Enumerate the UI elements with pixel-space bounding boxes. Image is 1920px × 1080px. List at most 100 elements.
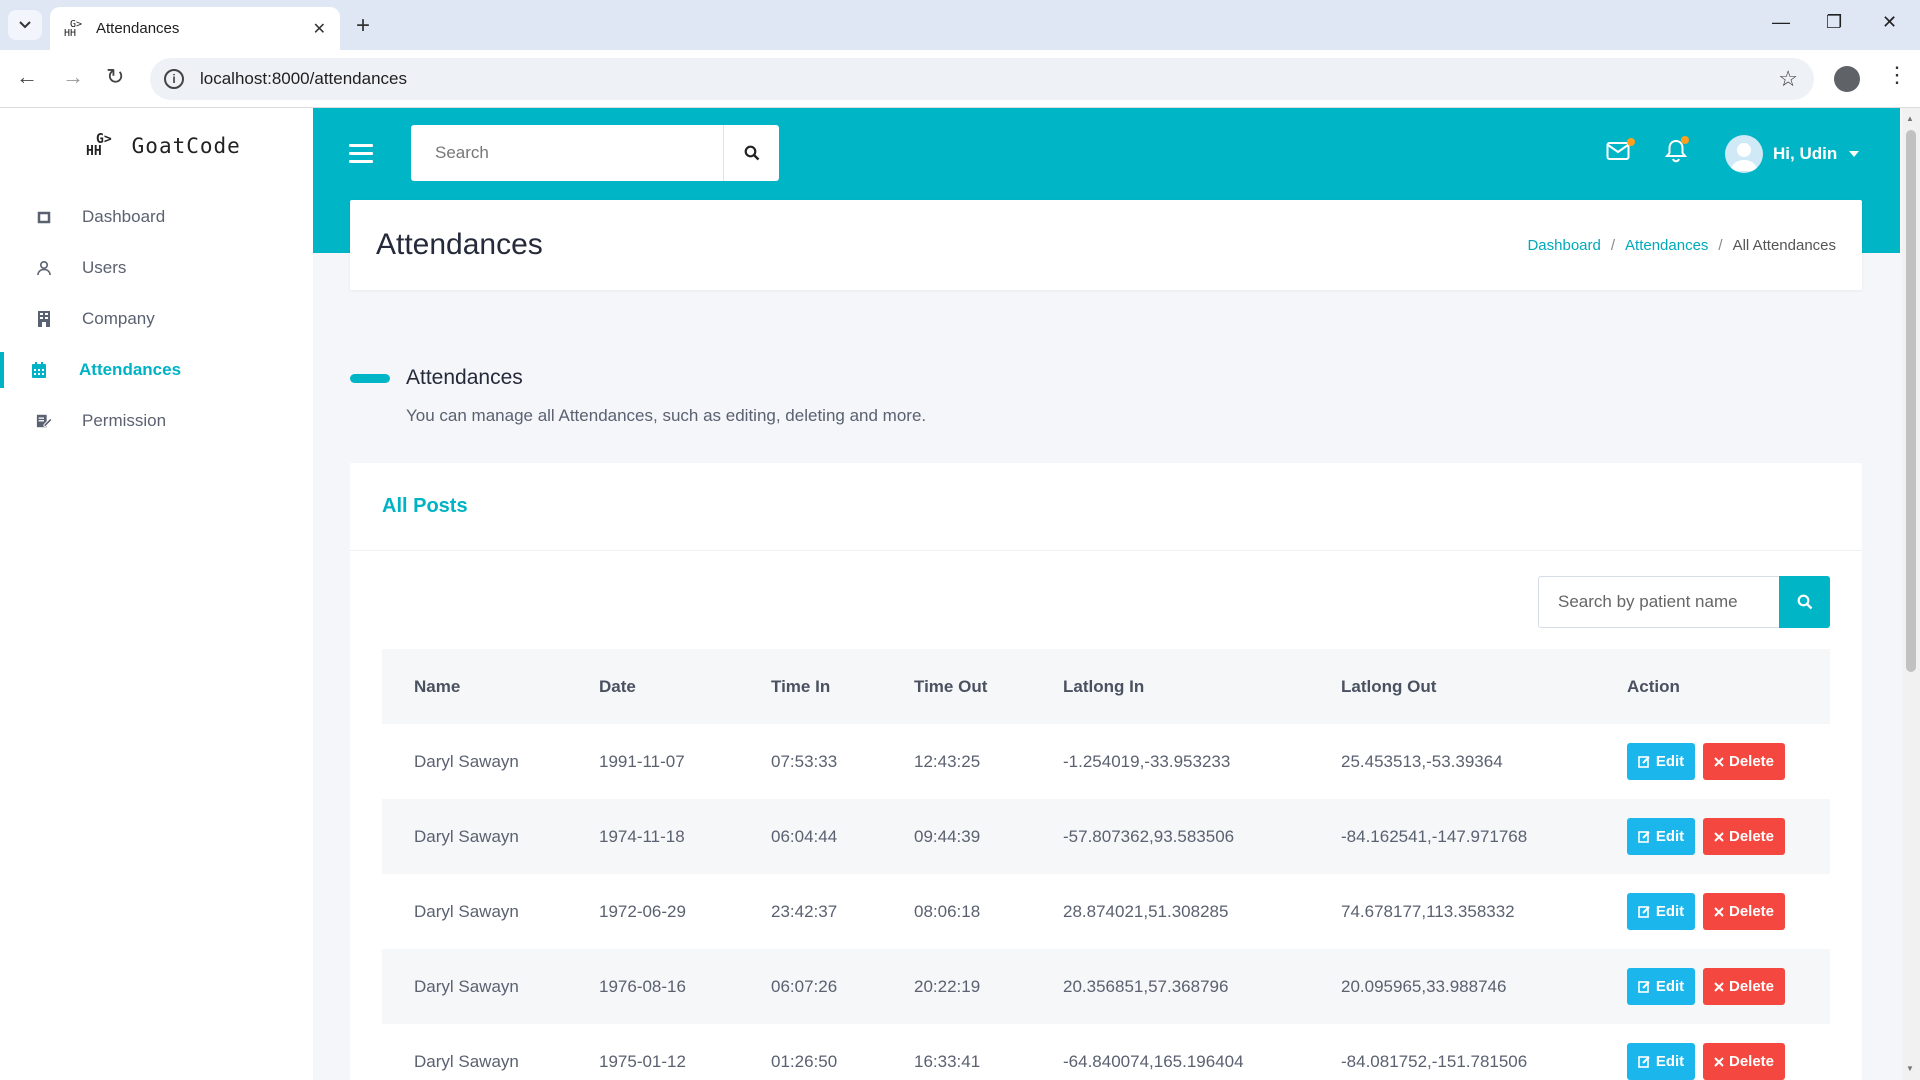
cell-date: 1991-11-07 xyxy=(599,751,685,771)
reload-icon[interactable]: ↻ xyxy=(106,64,124,90)
sidebar-item-label: Users xyxy=(82,258,127,277)
edit-button[interactable]: Edit xyxy=(1627,968,1695,1005)
breadcrumb-separator: / xyxy=(1610,237,1616,254)
cell-actions: Edit Delete xyxy=(1595,949,1830,1024)
column-header-latlong-in[interactable]: Latlong In xyxy=(1031,649,1309,724)
mail-icon[interactable] xyxy=(1603,136,1635,166)
brand-name: GoatCode xyxy=(131,134,241,158)
cell-latlong-out: 20.095965,33.988746 xyxy=(1309,949,1595,1024)
dashboard-icon xyxy=(36,209,52,225)
tab-title: Attendances xyxy=(96,20,180,37)
delete-button[interactable]: Delete xyxy=(1703,968,1785,1005)
attendances-card: All Posts Name Date Time In Time Out Lat… xyxy=(350,463,1862,1080)
header-search xyxy=(411,125,779,181)
user-menu[interactable]: Hi, Udin xyxy=(1725,135,1860,173)
delete-label: Delete xyxy=(1728,903,1775,920)
scroll-up-icon[interactable]: ▲ xyxy=(1906,114,1914,123)
cell-latlong-out: 74.678177,113.358332 xyxy=(1341,901,1515,921)
cell-time-in: 01:26:50 xyxy=(771,1051,838,1071)
sidebar-item-attendances[interactable]: Attendances xyxy=(0,345,313,395)
table-row: Daryl Sawayn 1975-01-12 01:26:50 16:33:4… xyxy=(382,1024,1830,1080)
header-search-input[interactable] xyxy=(435,143,715,163)
brand-logo-icon: G> HH xyxy=(86,133,112,159)
table-row: Daryl Sawayn 1972-06-29 23:42:37 08:06:1… xyxy=(382,874,1830,949)
edit-icon xyxy=(1638,1056,1650,1068)
sidebar-item-label: Company xyxy=(82,309,155,328)
cell-name: Daryl Sawayn xyxy=(414,901,519,921)
new-tab-button[interactable]: + xyxy=(356,12,370,40)
browser-tab-active[interactable]: G> HH Attendances ✕ xyxy=(50,7,340,50)
page-scrollbar[interactable]: ▲ ▼ xyxy=(1902,108,1920,1080)
delete-label: Delete xyxy=(1728,1053,1775,1070)
cell-time-in: 06:07:26 xyxy=(739,949,882,1024)
cell-date: 1976-08-16 xyxy=(567,949,739,1024)
sidebar-item-permission[interactable]: Permission xyxy=(0,396,313,446)
breadcrumb-dashboard[interactable]: Dashboard xyxy=(1527,237,1600,254)
hamburger-menu-icon[interactable] xyxy=(349,144,373,164)
sidebar: G> HH GoatCode Dashboard Users Company A… xyxy=(0,108,313,1080)
brand-logo-bottom: HH xyxy=(86,144,102,159)
scrollbar-thumb[interactable] xyxy=(1906,130,1916,672)
cell-time-out: 20:22:19 xyxy=(882,949,1031,1024)
column-header-latlong-out[interactable]: Latlong Out xyxy=(1309,649,1595,724)
restore-icon[interactable]: ❐ xyxy=(1826,12,1842,33)
sidebar-item-company[interactable]: Company xyxy=(0,294,313,344)
close-window-icon[interactable]: ✕ xyxy=(1882,12,1897,33)
breadcrumb-separator: / xyxy=(1718,237,1723,254)
edit-icon xyxy=(1638,831,1650,843)
bookmark-star-icon[interactable]: ☆ xyxy=(1778,66,1798,92)
header-search-button[interactable] xyxy=(723,125,779,181)
address-bar[interactable]: i localhost:8000/attendances ☆ xyxy=(150,58,1814,100)
breadcrumb-attendances[interactable]: Attendances xyxy=(1625,237,1708,254)
close-tab-icon[interactable]: ✕ xyxy=(313,19,326,39)
cell-date: 1975-01-12 xyxy=(599,1051,686,1071)
bell-notification-dot xyxy=(1681,136,1689,144)
cell-latlong-in: 20.356851,57.368796 xyxy=(1031,949,1309,1024)
sidebar-item-users[interactable]: Users xyxy=(0,243,313,293)
cell-name: Daryl Sawayn xyxy=(414,1051,519,1071)
bell-icon[interactable] xyxy=(1661,136,1691,166)
column-header-time-out[interactable]: Time Out xyxy=(882,649,1031,724)
edit-button[interactable]: Edit xyxy=(1627,743,1695,780)
cell-date: 1974-11-18 xyxy=(567,799,739,874)
delete-button[interactable]: Delete xyxy=(1703,818,1785,855)
column-header-time-in[interactable]: Time In xyxy=(739,649,882,724)
site-info-icon[interactable]: i xyxy=(164,69,184,89)
filter-search-button[interactable] xyxy=(1779,576,1830,628)
edit-label: Edit xyxy=(1655,978,1685,995)
table-header-row: Name Date Time In Time Out Latlong In La… xyxy=(382,649,1830,724)
delete-button[interactable]: Delete xyxy=(1703,743,1785,780)
cell-actions: Edit Delete xyxy=(1595,874,1830,949)
minimize-icon[interactable]: — xyxy=(1772,12,1790,33)
cell-time-in: 23:42:37 xyxy=(771,901,838,921)
scroll-down-icon[interactable]: ▼ xyxy=(1906,1064,1914,1073)
close-icon xyxy=(1714,756,1724,767)
back-icon[interactable]: ← xyxy=(16,64,38,90)
sidebar-item-dashboard[interactable]: Dashboard xyxy=(0,192,313,242)
cell-time-out: 16:33:41 xyxy=(914,1051,981,1071)
forward-icon[interactable]: → xyxy=(62,64,84,90)
browser-menu-icon[interactable]: ⋮ xyxy=(1886,62,1908,88)
table-row: Daryl Sawayn 1974-11-18 06:04:44 09:44:3… xyxy=(382,799,1830,874)
edit-button[interactable]: Edit xyxy=(1627,1043,1695,1080)
edit-button[interactable]: Edit xyxy=(1627,818,1695,855)
delete-button[interactable]: Delete xyxy=(1703,893,1785,930)
brand[interactable]: G> HH GoatCode xyxy=(86,133,241,159)
breadcrumb: Dashboard / Attendances / All Attendance… xyxy=(1527,237,1836,254)
delete-button[interactable]: Delete xyxy=(1703,1043,1785,1080)
table-filter xyxy=(1538,576,1830,628)
edit-button[interactable]: Edit xyxy=(1627,893,1695,930)
building-icon xyxy=(36,311,52,327)
delete-label: Delete xyxy=(1728,978,1775,995)
column-header-name[interactable]: Name xyxy=(382,649,567,724)
cell-name: Daryl Sawayn xyxy=(382,949,567,1024)
browser-profile-icon[interactable] xyxy=(1834,66,1860,92)
page-title: Attendances xyxy=(376,228,543,261)
edit-label: Edit xyxy=(1655,1053,1685,1070)
cell-latlong-out: -84.162541,-147.971768 xyxy=(1309,799,1595,874)
column-header-date[interactable]: Date xyxy=(567,649,739,724)
section-description: You can manage all Attendances, such as … xyxy=(406,406,927,425)
filter-search-input[interactable] xyxy=(1558,592,1778,612)
url-text[interactable]: localhost:8000/attendances xyxy=(200,69,1778,89)
tab-search-button[interactable] xyxy=(8,10,42,40)
